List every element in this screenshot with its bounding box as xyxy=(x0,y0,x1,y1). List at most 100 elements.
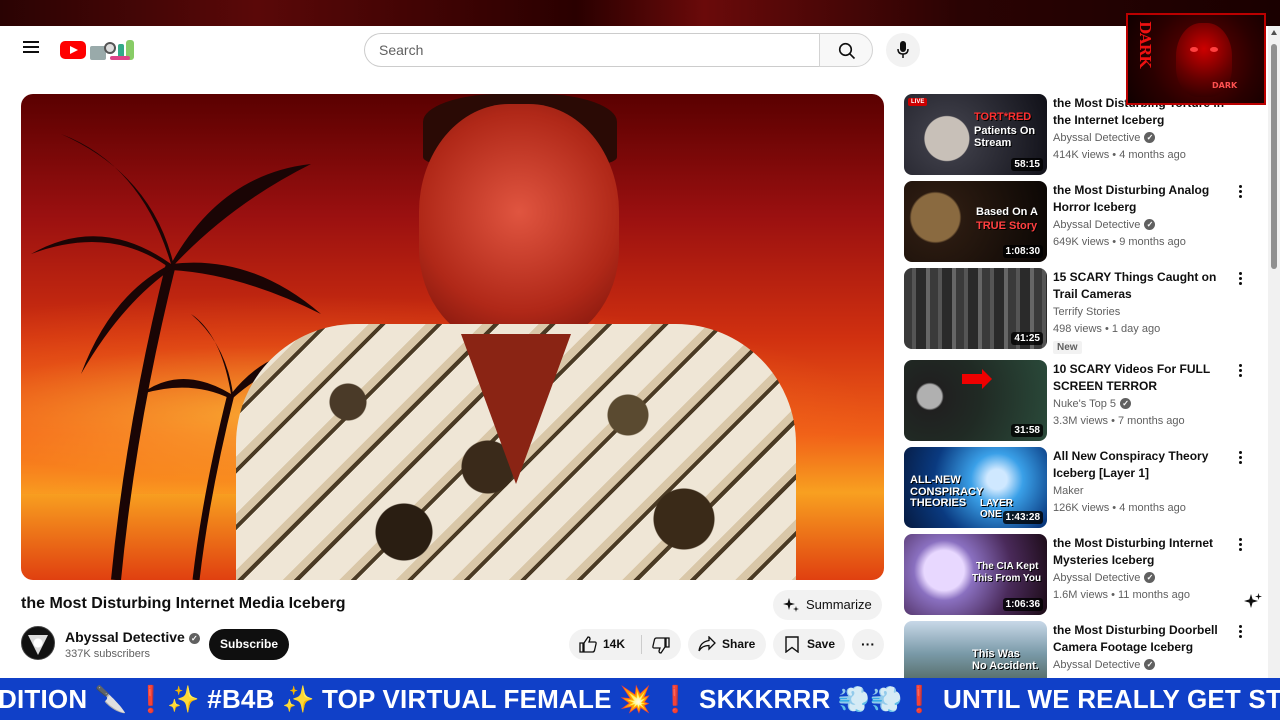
recommendation-channel-name[interactable]: Nuke's Top 5 xyxy=(1053,398,1116,410)
video-thumbnail[interactable]: ALL-NEW CONSPIRACY THEORIES LAYER ONE 1:… xyxy=(904,447,1047,528)
verified-icon: ✓ xyxy=(1144,572,1156,583)
overlay-letters: DARK xyxy=(1136,21,1154,68)
youtube-logo[interactable] xyxy=(60,38,140,62)
sparkle-icon xyxy=(1244,593,1262,608)
red-arrow-head xyxy=(982,369,992,389)
share-label: Share xyxy=(722,637,756,651)
thumbs-up-icon xyxy=(579,636,597,653)
duration-badge: 31:58 xyxy=(1011,424,1043,437)
menu-icon[interactable] xyxy=(20,38,42,60)
video-thumbnail[interactable]: LIVE TORT*RED Patients On Stream 58:15 xyxy=(904,94,1047,175)
overlay-tag: DARK xyxy=(1212,81,1238,90)
recommendation-channel[interactable]: Abyssal Detective ✓ xyxy=(1053,219,1156,231)
recommendation-channel-name[interactable]: Abyssal Detective xyxy=(1053,572,1140,584)
recommendation-meta: 649K views • 9 months ago xyxy=(1053,236,1186,248)
bookmark-icon xyxy=(785,636,799,653)
duration-badge: 58:15 xyxy=(1011,158,1043,171)
youtube-watch-page: Search the Most Disturbing Internet Medi… xyxy=(0,26,1268,678)
recommendation-title[interactable]: All New Conspiracy Theory Iceberg [Layer… xyxy=(1053,448,1233,482)
youtube-play-icon xyxy=(60,41,86,59)
search-icon xyxy=(838,42,856,60)
sparkle-icon xyxy=(783,598,799,612)
thumbnail-text: No Accident. xyxy=(972,660,1039,672)
video-title: the Most Disturbing Internet Media Icebe… xyxy=(21,595,346,612)
scroll-up-arrow-icon[interactable] xyxy=(1271,30,1277,35)
recommendation-channel-name[interactable]: Abyssal Detective xyxy=(1053,219,1140,231)
thumbnail-text: Patients On Stream xyxy=(974,125,1036,149)
video-thumbnail[interactable]: This Was No Accident. xyxy=(904,621,1047,678)
new-badge: New xyxy=(1053,341,1082,354)
recommendation-item[interactable]: ALL-NEW CONSPIRACY THEORIES LAYER ONE 1:… xyxy=(904,447,1254,529)
microphone-icon xyxy=(897,41,909,58)
recommendation-channel[interactable]: Terrify Stories xyxy=(1053,306,1120,318)
search-input[interactable]: Search xyxy=(364,33,819,67)
like-dislike-group: 14K xyxy=(569,629,681,660)
recommendation-channel[interactable]: Abyssal Detective ✓ xyxy=(1053,572,1156,584)
recommendation-item[interactable]: 41:25 15 SCARY Things Caught on Trail Ca… xyxy=(904,268,1254,354)
recommendation-channel-name[interactable]: Abyssal Detective xyxy=(1053,659,1140,671)
summarize-button[interactable]: Summarize xyxy=(773,590,882,620)
share-button[interactable]: Share xyxy=(688,629,766,660)
like-count: 14K xyxy=(603,637,626,651)
masthead: Search xyxy=(0,26,1268,74)
recommendation-channel[interactable]: Abyssal Detective ✓ xyxy=(1053,659,1156,671)
video-thumbnail[interactable]: 41:25 xyxy=(904,268,1047,349)
thumbnail-text: This Was xyxy=(972,648,1020,660)
recommendation-channel[interactable]: Maker xyxy=(1053,485,1084,497)
recommendation-title[interactable]: the Most Disturbing Analog Horror Iceber… xyxy=(1053,182,1233,216)
dislike-button[interactable] xyxy=(642,629,681,660)
scrollbar-thumb[interactable] xyxy=(1271,44,1277,269)
recommendation-item[interactable]: Based On A TRUE Story 1:08:30 the Most D… xyxy=(904,181,1254,263)
duration-badge: 1:43:28 xyxy=(1002,511,1043,524)
recommendation-title[interactable]: the Most Disturbing Doorbell Camera Foot… xyxy=(1053,622,1233,656)
more-options-icon[interactable] xyxy=(1234,270,1246,290)
more-options-icon[interactable] xyxy=(1234,449,1246,469)
more-options-icon[interactable] xyxy=(1234,183,1246,203)
recommendation-title[interactable]: 15 SCARY Things Caught on Trail Cameras xyxy=(1053,269,1233,303)
channel-name-text[interactable]: Abyssal Detective xyxy=(65,629,185,645)
video-thumbnail[interactable]: The CIA Kept This From You 1:06:36 xyxy=(904,534,1047,615)
recommendation-title[interactable]: 10 SCARY Videos For FULL SCREEN TERROR xyxy=(1053,361,1233,395)
video-thumbnail[interactable]: 31:58 xyxy=(904,360,1047,441)
thumbnail-text: The CIA Kept xyxy=(976,561,1039,572)
stream-overlay-top-strip xyxy=(0,0,1280,26)
recommendation-channel-name[interactable]: Abyssal Detective xyxy=(1053,132,1140,144)
summarize-label: Summarize xyxy=(806,597,872,612)
thumbnail-text: ALL-NEW CONSPIRACY THEORIES xyxy=(910,474,984,510)
recommendation-channel[interactable]: Abyssal Detective ✓ xyxy=(1053,132,1156,144)
share-icon xyxy=(698,636,716,652)
save-button[interactable]: Save xyxy=(773,629,845,660)
like-button[interactable]: 14K xyxy=(569,629,641,660)
save-label: Save xyxy=(807,637,836,651)
logo-doodle xyxy=(90,40,138,60)
page-scrollbar[interactable] xyxy=(1268,26,1280,678)
recommendation-channel[interactable]: Nuke's Top 5 ✓ xyxy=(1053,398,1132,410)
recommendation-title[interactable]: the Most Disturbing Internet Mysteries I… xyxy=(1053,535,1233,569)
verified-icon: ✓ xyxy=(1144,132,1156,143)
more-options-icon[interactable] xyxy=(1234,362,1246,382)
duration-badge: 41:25 xyxy=(1011,332,1043,345)
recommendation-meta: 3.3M views • 7 months ago xyxy=(1053,415,1185,427)
ai-sparkle-button[interactable] xyxy=(1243,592,1265,614)
search-button[interactable] xyxy=(819,33,873,67)
presenter-collar xyxy=(461,334,571,484)
more-options-icon[interactable] xyxy=(1234,536,1246,556)
ticker-text: DITION 🔪 ❗✨ #B4B ✨ TOP VIRTUAL FEMALE 💥 … xyxy=(0,684,1280,714)
recommendation-item[interactable]: 31:58 10 SCARY Videos For FULL SCREEN TE… xyxy=(904,360,1254,442)
thumbnail-text: TRUE Story xyxy=(976,220,1038,232)
subscribe-button[interactable]: Subscribe xyxy=(209,629,289,660)
video-player[interactable] xyxy=(21,94,884,580)
thumbs-down-icon xyxy=(652,637,670,654)
recommendation-item[interactable]: The CIA Kept This From You 1:06:36 the M… xyxy=(904,534,1254,616)
recommendation-item[interactable]: This Was No Accident. the Most Disturbin… xyxy=(904,621,1254,678)
video-thumbnail[interactable]: Based On A TRUE Story 1:08:30 xyxy=(904,181,1047,262)
channel-avatar[interactable] xyxy=(21,626,55,660)
recommendation-item[interactable]: LIVE TORT*RED Patients On Stream 58:15 t… xyxy=(904,94,1254,176)
stream-overlay-logo: DARK DARK xyxy=(1126,13,1266,105)
voice-search-button[interactable] xyxy=(886,33,920,67)
more-actions-button[interactable]: ··· xyxy=(852,629,884,660)
verified-icon: ✓ xyxy=(1120,398,1132,409)
duration-badge: 1:06:36 xyxy=(1002,598,1043,611)
more-options-icon[interactable] xyxy=(1234,623,1246,643)
channel-name[interactable]: Abyssal Detective ✓ xyxy=(65,629,200,645)
